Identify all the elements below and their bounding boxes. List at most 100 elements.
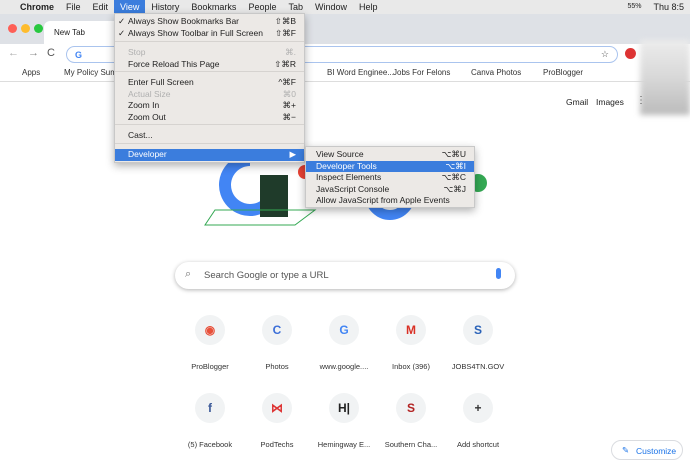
menu-tab[interactable]: Tab	[282, 0, 309, 14]
developer-menu-item[interactable]: JavaScript Console ⌥⌘J	[306, 184, 474, 196]
apps-grid-icon[interactable]: ⋮	[636, 95, 646, 106]
zoom-window-button[interactable]	[34, 24, 43, 33]
checkmark-icon: ✓	[118, 16, 126, 26]
microphone-icon[interactable]	[496, 268, 501, 279]
customize-button[interactable]: ✎ Customize	[611, 440, 683, 460]
menu-item-shortcut: ⇧⌘F	[275, 28, 296, 38]
view-menu-item[interactable]: Force Reload This Page ⇧⌘R	[115, 59, 304, 71]
shortcut-tile[interactable]: ⋈ PodTechs	[244, 393, 310, 449]
menu-item-label: Stop	[128, 47, 146, 57]
bookmark-item[interactable]: Canva Photos	[471, 68, 521, 77]
view-menu-item[interactable]: Cast...	[115, 130, 304, 142]
search-placeholder: Search Google or type a URL	[204, 270, 329, 281]
menu-separator	[115, 124, 304, 125]
shortcut-icon: H|	[329, 393, 359, 423]
shortcut-tile[interactable]: C Photos	[244, 315, 310, 371]
menu-item-label: Zoom In	[128, 100, 160, 110]
menu-separator	[115, 143, 304, 144]
menu-edit[interactable]: Edit	[87, 0, 115, 14]
back-icon[interactable]: ←	[8, 47, 19, 59]
menu-item-label: View Source	[316, 149, 364, 159]
bookmark-item[interactable]: ProBlogger	[543, 68, 583, 77]
bookmark-item[interactable]: Jobs For Felons	[393, 68, 450, 77]
shortcut-tile[interactable]: S JOBS4TN.GOV	[445, 315, 511, 371]
shortcut-tile[interactable]: f (5) Facebook	[177, 393, 243, 449]
shortcut-icon: +	[463, 393, 493, 423]
menu-item-label: Cast...	[128, 130, 153, 140]
menu-item-label: Allow JavaScript from Apple Events	[316, 195, 450, 205]
reload-icon[interactable]: C	[47, 47, 55, 59]
mac-menubar: Chrome File Edit View History Bookmarks People…	[0, 0, 690, 14]
images-link[interactable]: Images	[596, 97, 624, 107]
menu-item-shortcut: ⌥⌘J	[443, 183, 466, 194]
menu-help[interactable]: Help	[353, 0, 384, 14]
view-menu-item[interactable]: Actual Size ⌘0	[115, 89, 304, 101]
shortcut-tile[interactable]: H| Hemingway E...	[311, 393, 377, 449]
pencil-icon: ✎	[622, 445, 630, 455]
bookmark-item[interactable]: Apps	[22, 68, 40, 77]
menu-item-shortcut: ⇧⌘B	[274, 16, 296, 26]
status-battery[interactable]: 55%	[621, 0, 647, 14]
view-menu-item[interactable]: Stop ⌘.	[115, 47, 304, 59]
shortcut-label: Photos	[265, 362, 289, 371]
search-box[interactable]: ⌕ Search Google or type a URL	[175, 262, 515, 289]
shortcut-tile[interactable]: Gwww.google....	[311, 315, 377, 371]
view-menu-item[interactable]: ✓ Always Show Toolbar in Full Screen ⇧⌘F	[115, 28, 304, 40]
menu-item-shortcut: ⌥⌘U	[441, 149, 466, 159]
bookmark-item[interactable]: BI Word Enginee...	[327, 68, 394, 77]
tab-title: New Tab	[54, 28, 85, 37]
status-clock[interactable]: Thu 8:5	[647, 0, 690, 14]
bookmark-item[interactable]: My Policy Sum	[64, 68, 117, 77]
menu-item-shortcut: ⌥⌘C	[441, 172, 466, 182]
menu-history[interactable]: History	[145, 0, 185, 14]
view-menu-item[interactable]: Enter Full Screen ^⌘F	[115, 77, 304, 89]
forward-icon[interactable]: →	[28, 47, 39, 59]
menu-item-label: JavaScript Console	[316, 183, 390, 194]
menu-window[interactable]: Window	[309, 0, 353, 14]
shortcut-tile[interactable]: S Southern Cha...	[378, 393, 444, 449]
blurred-profile-area	[640, 40, 690, 115]
address-value: G	[75, 50, 83, 60]
shortcut-tile[interactable]: ◉ ProBlogger	[177, 315, 243, 371]
menu-people[interactable]: People	[242, 0, 282, 14]
shortcut-label: Inbox (396)	[392, 362, 430, 371]
shortcut-label: JOBS4TN.GOV	[451, 362, 505, 371]
developer-menu-item[interactable]: Allow JavaScript from Apple Events	[306, 195, 474, 207]
menu-item-label: Force Reload This Page	[128, 59, 220, 69]
checkmark-icon: ✓	[118, 28, 126, 38]
shortcut-label: (5) Facebook	[187, 440, 233, 449]
view-menu: ✓ Always Show Bookmarks Bar ⇧⌘B ✓ Always Sho…	[114, 13, 305, 163]
bookmarks-bar: Apps My Policy Sum BI Word Enginee... Jobs …	[0, 64, 690, 82]
gmail-link[interactable]: Gmail	[566, 97, 588, 107]
extension-icon[interactable]	[625, 48, 636, 59]
developer-menu-item[interactable]: Developer Tools ⌥⌘I	[306, 160, 474, 172]
developer-menu-item[interactable]: View Source ⌥⌘U	[306, 149, 474, 161]
menu-item-shortcut: ⌘+	[282, 100, 296, 110]
menu-item-label: Actual Size	[128, 89, 171, 99]
menu-view[interactable]: View	[114, 0, 146, 14]
shortcut-icon: S	[463, 315, 493, 345]
menu-chrome[interactable]: Chrome	[14, 0, 60, 14]
view-menu-item[interactable]: ✓ Always Show Bookmarks Bar ⇧⌘B	[115, 16, 304, 28]
menu-separator	[115, 71, 304, 72]
developer-menu-item[interactable]: Inspect Elements ⌥⌘C	[306, 172, 474, 184]
toolbar: ← → C G ☆	[0, 44, 690, 64]
shortcut-tile[interactable]: + Add shortcut	[445, 393, 511, 449]
shortcut-icon: S	[396, 393, 426, 423]
menu-bookmarks[interactable]: Bookmarks	[185, 0, 242, 14]
shortcut-tile[interactable]: M Inbox (396)	[378, 315, 444, 371]
view-menu-item[interactable]: Zoom Out ⌘−	[115, 112, 304, 124]
close-window-button[interactable]	[8, 24, 17, 33]
minimize-window-button[interactable]	[21, 24, 30, 33]
menu-item-label: Inspect Elements	[316, 172, 382, 182]
view-menu-item[interactable]: Developer ▶	[115, 149, 304, 161]
menu-item-shortcut: ⌘.	[285, 47, 296, 57]
bookmark-star-icon[interactable]: ☆	[601, 49, 609, 60]
menu-item-shortcut: ⌘−	[282, 112, 296, 122]
menu-file[interactable]: File	[60, 0, 87, 14]
view-menu-item[interactable]: Zoom In ⌘+	[115, 100, 304, 112]
shortcut-label: Add shortcut	[456, 440, 500, 449]
menu-item-label: Always Show Toolbar in Full Screen	[128, 28, 263, 38]
menu-separator	[115, 41, 304, 42]
shortcut-label: PodTechs	[260, 440, 294, 449]
